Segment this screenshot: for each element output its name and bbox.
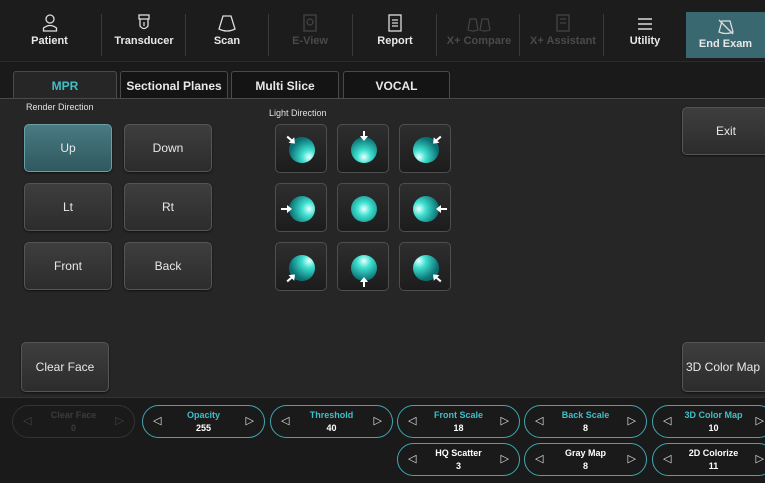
light-sphere-icon <box>286 135 315 163</box>
render-up-button[interactable]: Up <box>24 124 112 172</box>
render-back-button[interactable]: Back <box>124 242 212 290</box>
light-left-button[interactable] <box>275 183 327 232</box>
increase-arrow-icon[interactable]: ▷ <box>756 414 764 427</box>
utility-label: Utility <box>629 35 661 47</box>
assistant-button[interactable]: X+ Assistant <box>526 8 600 60</box>
transducer-label: Transducer <box>114 35 174 47</box>
increase-arrow-icon[interactable]: ▷ <box>116 414 124 427</box>
report-button[interactable]: Report <box>372 8 418 60</box>
knob-gray-map[interactable]: ◁ Gray Map 8 ▷ <box>524 443 647 476</box>
toolbar-divider <box>603 14 604 56</box>
transducer-button[interactable]: Transducer <box>112 8 176 60</box>
light-bottom-button[interactable] <box>337 242 389 291</box>
compare-icon <box>466 8 492 32</box>
light-sphere-icon <box>281 196 315 222</box>
toolbar-divider <box>519 14 520 56</box>
tab-vocal[interactable]: VOCAL <box>343 71 450 99</box>
compare-button[interactable]: X+ Compare <box>444 8 514 60</box>
increase-arrow-icon[interactable]: ▷ <box>501 414 509 427</box>
knob-name: 2D Colorize <box>688 448 739 458</box>
knob-opacity[interactable]: ◁ Opacity 255 ▷ <box>142 405 265 438</box>
eview-icon <box>303 8 317 32</box>
increase-arrow-icon[interactable]: ▷ <box>628 452 636 465</box>
light-sphere-icon <box>413 135 442 163</box>
color-map-3d-button[interactable]: 3D Color Map <box>682 342 765 392</box>
render-front-button[interactable]: Front <box>24 242 112 290</box>
toolbar-divider <box>352 14 353 56</box>
tab-mpr[interactable]: MPR <box>13 71 117 99</box>
light-direction-label: Light Direction <box>269 108 327 118</box>
light-bottom-left-button[interactable] <box>275 242 327 291</box>
increase-arrow-icon[interactable]: ▷ <box>246 414 254 427</box>
eview-button[interactable]: E-View <box>288 8 332 60</box>
end-exam-icon <box>717 12 735 36</box>
patient-button[interactable]: Patient <box>22 8 77 60</box>
increase-arrow-icon[interactable]: ▷ <box>756 452 764 465</box>
report-label: Report <box>377 35 413 47</box>
knob-value: 10 <box>708 423 719 433</box>
render-down-button[interactable]: Down <box>124 124 212 172</box>
scan-icon <box>218 8 236 32</box>
increase-arrow-icon[interactable]: ▷ <box>374 414 382 427</box>
increase-arrow-icon[interactable]: ▷ <box>628 414 636 427</box>
scan-label: Scan <box>213 35 241 47</box>
patient-icon <box>42 8 58 32</box>
compare-label: X+ Compare <box>446 35 512 47</box>
render-left-button[interactable]: Lt <box>24 183 112 231</box>
light-top-button[interactable] <box>337 124 389 173</box>
light-top-left-button[interactable] <box>275 124 327 173</box>
tab-multi-slice[interactable]: Multi Slice <box>231 71 339 99</box>
light-sphere-icon <box>351 255 377 287</box>
knob-clear-face[interactable]: ◁ Clear Face 0 ▷ <box>12 405 135 438</box>
knob-2d-colorize[interactable]: ◁ 2D Colorize 11 ▷ <box>652 443 765 476</box>
report-icon <box>388 8 402 32</box>
top-toolbar: Patient Transducer Scan E-View Report X+… <box>0 0 765 62</box>
render-direction-label: Render Direction <box>26 102 94 112</box>
end-exam-label: End Exam <box>698 38 753 50</box>
exit-button[interactable]: Exit <box>682 107 765 155</box>
light-sphere-icon <box>413 196 447 222</box>
light-sphere-icon <box>286 255 315 283</box>
toolbar-divider <box>101 14 102 56</box>
toolbar-divider <box>436 14 437 56</box>
knob-front-scale[interactable]: ◁ Front Scale 18 ▷ <box>397 405 520 438</box>
tab-sectional-planes[interactable]: Sectional Planes <box>120 71 228 99</box>
scan-button[interactable]: Scan <box>205 8 249 60</box>
light-sphere-icon <box>413 255 442 283</box>
clear-face-button[interactable]: Clear Face <box>21 342 109 392</box>
knob-value: 11 <box>708 461 719 471</box>
light-sphere-icon <box>351 196 377 222</box>
knob-back-scale[interactable]: ◁ Back Scale 8 ▷ <box>524 405 647 438</box>
toolbar-divider <box>185 14 186 56</box>
assistant-label: X+ Assistant <box>530 35 596 47</box>
knob-3d-color-map[interactable]: ◁ 3D Color Map 10 ▷ <box>652 405 765 438</box>
light-top-right-button[interactable] <box>399 124 451 173</box>
render-right-button[interactable]: Rt <box>124 183 212 231</box>
utility-icon <box>637 8 653 32</box>
light-center-button[interactable] <box>337 183 389 232</box>
mpr-panel: Render Direction Light Direction Up Down… <box>0 99 765 397</box>
knob-threshold[interactable]: ◁ Threshold 40 ▷ <box>270 405 393 438</box>
transducer-icon <box>137 8 151 32</box>
bottom-knob-bar: ◁ Clear Face 0 ▷ ◁ Opacity 255 ▷ ◁ Thresho… <box>0 397 765 483</box>
eview-label: E-View <box>292 35 328 47</box>
utility-button[interactable]: Utility <box>620 8 670 60</box>
light-right-button[interactable] <box>399 183 451 232</box>
increase-arrow-icon[interactable]: ▷ <box>501 452 509 465</box>
knob-hq-scatter[interactable]: ◁ HQ Scatter 3 ▷ <box>397 443 520 476</box>
light-bottom-right-button[interactable] <box>399 242 451 291</box>
assistant-icon <box>556 8 570 32</box>
patient-label: Patient <box>31 35 68 47</box>
light-sphere-icon <box>351 131 377 163</box>
toolbar-divider <box>268 14 269 56</box>
knob-name: 3D Color Map <box>684 410 743 420</box>
end-exam-button[interactable]: End Exam <box>686 12 765 58</box>
